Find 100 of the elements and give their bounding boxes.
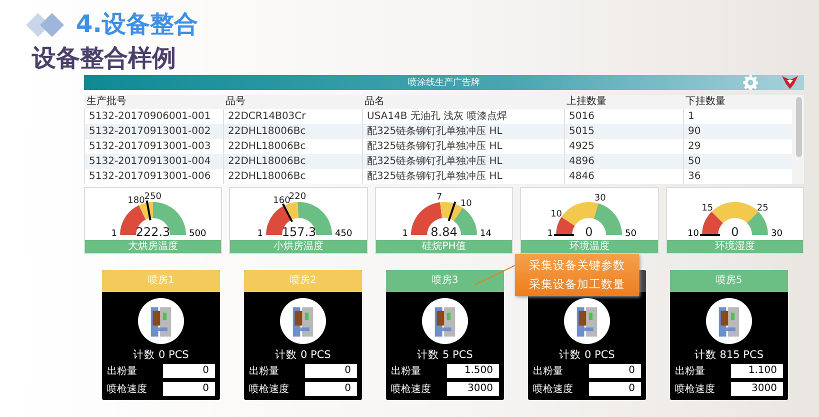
gauge-max-label: 500 [189, 229, 206, 239]
callout-text: 采集设备关键参数 [528, 257, 626, 274]
gauge-label: 小烘房温度 [230, 240, 367, 253]
table-cell: 29 [684, 139, 792, 154]
leader-line [474, 264, 516, 286]
table-cell: 配325链条铆钉孔单独冲压 HL [362, 169, 564, 184]
gauge-value: 8.84 [430, 225, 458, 239]
table-cell: 5132-20170906001-001 [84, 109, 224, 124]
field-label: 喷枪速度 [391, 382, 431, 396]
gauge-needle [554, 234, 574, 236]
column-header: 品名 [362, 95, 564, 109]
diamond-icon [26, 12, 66, 38]
value-field: 3000 [447, 382, 499, 396]
field-label: 出粉量 [249, 364, 279, 378]
field-label: 喷枪速度 [249, 382, 289, 396]
table-cell: 22DHL18006Bc [224, 139, 362, 154]
gauge-label: 环境湿度 [666, 240, 804, 253]
gauge-needle [146, 200, 152, 220]
gauge-tick-label: 25 [756, 203, 768, 214]
machine-drawing [422, 298, 468, 344]
gauge-label: 环境温度 [521, 240, 658, 253]
table-cell: 90 [684, 124, 792, 139]
value-field: 3000 [731, 382, 783, 396]
table-cell: 5132-20170913001-003 [84, 139, 224, 154]
table-cell: 5016 [564, 109, 684, 124]
callout-text: 采集设备加工数量 [528, 276, 626, 293]
column-header: 上挂数量 [564, 95, 684, 109]
column-header: 生产批号 [84, 95, 224, 109]
piece-count: 计数 0 PCS [559, 348, 615, 362]
field-label: 喷枪速度 [675, 382, 715, 396]
gauge-max-label: 450 [334, 229, 352, 239]
column-header: 品号 [224, 95, 362, 109]
table-cell: 5015 [564, 124, 684, 139]
table-cell: 36 [684, 169, 792, 184]
gauge-tick-label: 10 [460, 198, 472, 209]
value-field: 0 [589, 382, 641, 396]
value-field: 1.100 [731, 364, 783, 378]
gauge-value: 0 [731, 225, 739, 239]
table-cell: 配325链条铆钉孔单独冲压 HL [362, 124, 564, 139]
table-cell: 22DHL18006Bc [224, 124, 362, 139]
page-subtitle: 设备整合样例 [32, 43, 176, 74]
gauge-label: 大烘房温度 [85, 240, 222, 253]
settings-icon[interactable] [743, 75, 758, 90]
field-label: 出粉量 [391, 364, 421, 378]
gauge-tick-label: 7 [436, 192, 442, 202]
scrollbar[interactable] [796, 97, 802, 157]
field-label: 出粉量 [533, 364, 563, 378]
gauge-value: 222.3 [136, 225, 170, 239]
table-cell: 4896 [564, 154, 684, 169]
gauge-value: 157.3 [281, 225, 316, 239]
board-title: 喷涂线生产广告牌 [408, 76, 480, 89]
gauge-value: 0 [586, 225, 594, 239]
table-cell: 1 [684, 109, 792, 124]
gauge-tick-label: 250 [144, 192, 162, 202]
gauge-min-label: 1 [256, 229, 263, 239]
gauge-tick-label: 220 [288, 192, 306, 202]
table-cell: USA14B 无油孔 浅灰 喷漆点焊 [362, 109, 564, 124]
machine-drawing [564, 298, 610, 344]
booth-header: 喷房5 [670, 270, 788, 292]
table-cell: 5132-20170913001-002 [84, 124, 224, 139]
gauge-label: 硅烷PH值 [376, 240, 512, 253]
booth-header: 喷房3 [386, 270, 504, 292]
gauge-tick-label: 30 [594, 194, 606, 204]
gauge-needle [700, 234, 720, 236]
machine-drawing [280, 298, 326, 344]
gauge-min-label: 10 [687, 229, 699, 239]
section-title: 4.设备整合 [76, 9, 198, 40]
gauge-tick-label: 180 [128, 196, 146, 206]
gauge-tick-label: 15 [702, 203, 713, 214]
piece-count: 计数 0 PCS [275, 348, 331, 362]
table-cell: 22DHL18006Bc [224, 154, 362, 169]
field-label: 出粉量 [107, 364, 137, 378]
gauge-tick-label: 10 [551, 210, 562, 220]
piece-count: 计数 5 PCS [417, 348, 473, 362]
gauge-min-label: 1 [111, 229, 118, 239]
gauge-max-label: 30 [770, 229, 782, 239]
booth-header: 喷房2 [244, 270, 362, 292]
gauge-min-label: 1 [548, 229, 554, 239]
value-field: 0 [589, 364, 641, 378]
table-cell: 配325链条铆钉孔单独冲压 HL [362, 154, 564, 169]
value-field: 0 [305, 364, 357, 378]
gauge-tick-label: 160 [272, 196, 290, 206]
booth-header: 喷房1 [102, 270, 220, 292]
value-field: 1.500 [447, 364, 499, 378]
gauge-needle [282, 203, 293, 222]
table-cell: 5132-20170913001-004 [84, 154, 224, 169]
table-cell: 4925 [564, 139, 684, 154]
field-label: 喷枪速度 [533, 382, 573, 396]
value-field: 0 [163, 364, 215, 378]
column-header: 下挂数量 [684, 95, 792, 109]
gauge-needle [448, 202, 456, 222]
piece-count: 计数 0 PCS [133, 348, 189, 362]
gauge-max-label: 14 [480, 229, 492, 239]
table-cell: 50 [684, 154, 792, 169]
value-field: 0 [163, 382, 215, 396]
piece-count: 计数 815 PCS [694, 348, 764, 362]
table-cell: 5132-20170913001-006 [84, 169, 224, 184]
value-field: 0 [305, 382, 357, 396]
logo-icon [782, 76, 798, 89]
table-cell: 配325链条铆钉孔单独冲压 HL [362, 139, 564, 154]
